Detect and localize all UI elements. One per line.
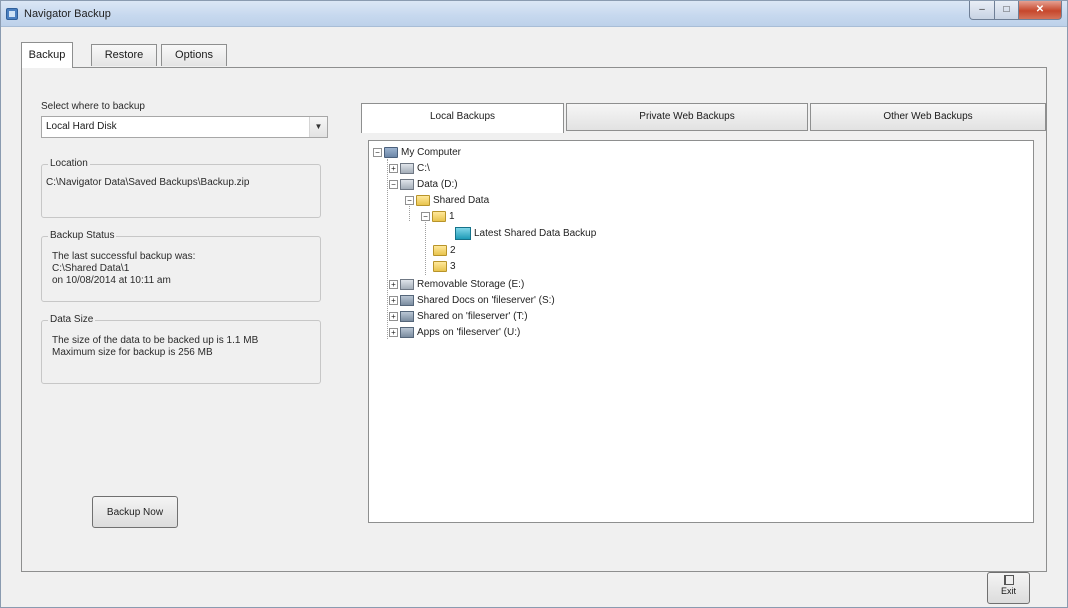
tree-node[interactable]: + Removable Storage (E:) xyxy=(389,279,524,290)
backup-tab-page: Select where to backup Local Hard Disk ▼… xyxy=(21,67,1047,572)
tree-node-label: Shared on 'fileserver' (T:) xyxy=(417,311,528,323)
collapse-icon[interactable]: − xyxy=(373,148,382,157)
tab-other-web-backups[interactable]: Other Web Backups xyxy=(810,103,1046,131)
backup-now-button[interactable]: Backup Now xyxy=(92,496,178,528)
expand-icon[interactable]: + xyxy=(389,280,398,289)
backup-status-legend: Backup Status xyxy=(48,230,117,241)
expand-icon[interactable]: + xyxy=(389,328,398,337)
folder-icon xyxy=(432,211,446,222)
net-drive-icon xyxy=(400,311,414,322)
app-window: Navigator Backup – □ ✕ Backup Restore Op… xyxy=(0,0,1068,608)
tree-node-label: 3 xyxy=(450,261,456,273)
tree-connector xyxy=(425,217,426,275)
data-size-group: Data Size The size of the data to be bac… xyxy=(41,314,321,384)
tree-node-label: My Computer xyxy=(401,147,462,159)
backup-status-group: Backup Status The last successful backup… xyxy=(41,230,321,302)
tree-node-label: Data (D:) xyxy=(417,179,458,191)
backup-location-select[interactable]: Local Hard Disk ▼ xyxy=(41,116,328,138)
tree-node-label: 2 xyxy=(450,245,456,257)
tree-node-root[interactable]: − My Computer xyxy=(373,147,461,158)
backup-status-line: C:\Shared Data\1 xyxy=(52,263,130,274)
computer-icon xyxy=(384,147,398,158)
drive-icon xyxy=(400,279,414,290)
tree-node[interactable]: − Data (D:) xyxy=(389,179,458,190)
tree-node-label: 1 xyxy=(449,211,455,223)
chevron-down-icon[interactable]: ▼ xyxy=(309,117,327,137)
location-group: Location C:\Navigator Data\Saved Backups… xyxy=(41,158,321,218)
collapse-icon[interactable]: − xyxy=(421,212,430,221)
tree-node[interactable]: 2 xyxy=(433,245,456,256)
tree-node[interactable]: + Shared on 'fileserver' (T:) xyxy=(389,311,528,322)
folder-icon xyxy=(433,245,447,256)
tree-node[interactable]: + Apps on 'fileserver' (U:) xyxy=(389,327,520,338)
expand-icon[interactable]: + xyxy=(389,164,398,173)
minimize-button[interactable]: – xyxy=(969,1,995,20)
tree-node[interactable]: − Shared Data xyxy=(405,195,489,206)
title-bar: Navigator Backup – □ ✕ xyxy=(1,1,1067,27)
collapse-icon[interactable]: − xyxy=(405,196,414,205)
net-drive-icon xyxy=(400,295,414,306)
tree-node-label: C:\ xyxy=(417,163,430,175)
drive-icon xyxy=(400,179,414,190)
data-size-legend: Data Size xyxy=(48,314,96,325)
tree-node-label: Latest Shared Data Backup xyxy=(474,228,597,240)
close-button[interactable]: ✕ xyxy=(1018,1,1062,20)
tab-restore[interactable]: Restore xyxy=(91,44,157,66)
tab-private-web-backups[interactable]: Private Web Backups xyxy=(566,103,808,131)
backup-location-value: Local Hard Disk xyxy=(46,121,117,132)
backup-status-line: on 10/08/2014 at 10:11 am xyxy=(52,275,171,286)
tab-options[interactable]: Options xyxy=(161,44,227,66)
tree-node[interactable]: 3 xyxy=(433,261,456,272)
location-legend: Location xyxy=(48,158,90,169)
window-title: Navigator Backup xyxy=(24,8,111,20)
exit-label: Exit xyxy=(1000,586,1016,596)
exit-button[interactable]: Exit xyxy=(987,572,1030,604)
app-icon xyxy=(6,8,18,20)
tree-node-label: Apps on 'fileserver' (U:) xyxy=(417,327,521,339)
tree-node[interactable]: + C:\ xyxy=(389,163,430,174)
backup-location-tabs: Local Backups Private Web Backups Other … xyxy=(361,103,1046,133)
tree-node[interactable]: −1 xyxy=(421,211,455,222)
backup-status-line: The last successful backup was: xyxy=(52,251,196,262)
data-size-line: Maximum size for backup is 256 MB xyxy=(52,347,213,358)
data-size-line: The size of the data to be backed up is … xyxy=(52,335,259,346)
maximize-button[interactable]: □ xyxy=(994,1,1019,20)
folder-tree[interactable]: − My Computer + C:\ − Data (D:) − Shared Dat… xyxy=(368,140,1034,523)
tree-node[interactable]: + Shared Docs on 'fileserver' (S:) xyxy=(389,295,555,306)
tree-node-label: Removable Storage (E:) xyxy=(417,279,525,291)
tree-node-label: Shared Data xyxy=(433,195,490,207)
location-path: C:\Navigator Data\Saved Backups\Backup.z… xyxy=(46,177,250,188)
expand-icon[interactable]: + xyxy=(389,312,398,321)
expand-icon[interactable]: + xyxy=(389,296,398,305)
select-location-label: Select where to backup xyxy=(41,101,145,112)
drive-icon xyxy=(400,163,414,174)
folder-icon xyxy=(433,261,447,272)
tree-node-backup[interactable]: Latest Shared Data Backup xyxy=(455,227,596,240)
exit-door-icon xyxy=(1003,575,1014,585)
tab-local-backups[interactable]: Local Backups xyxy=(361,103,564,133)
net-drive-icon xyxy=(400,327,414,338)
folder-icon xyxy=(416,195,430,206)
collapse-icon[interactable]: − xyxy=(389,180,398,189)
tab-backup[interactable]: Backup xyxy=(21,42,73,68)
tree-node-label: Shared Docs on 'fileserver' (S:) xyxy=(417,295,555,307)
tree-connector xyxy=(387,159,388,339)
backup-archive-icon xyxy=(455,227,471,240)
